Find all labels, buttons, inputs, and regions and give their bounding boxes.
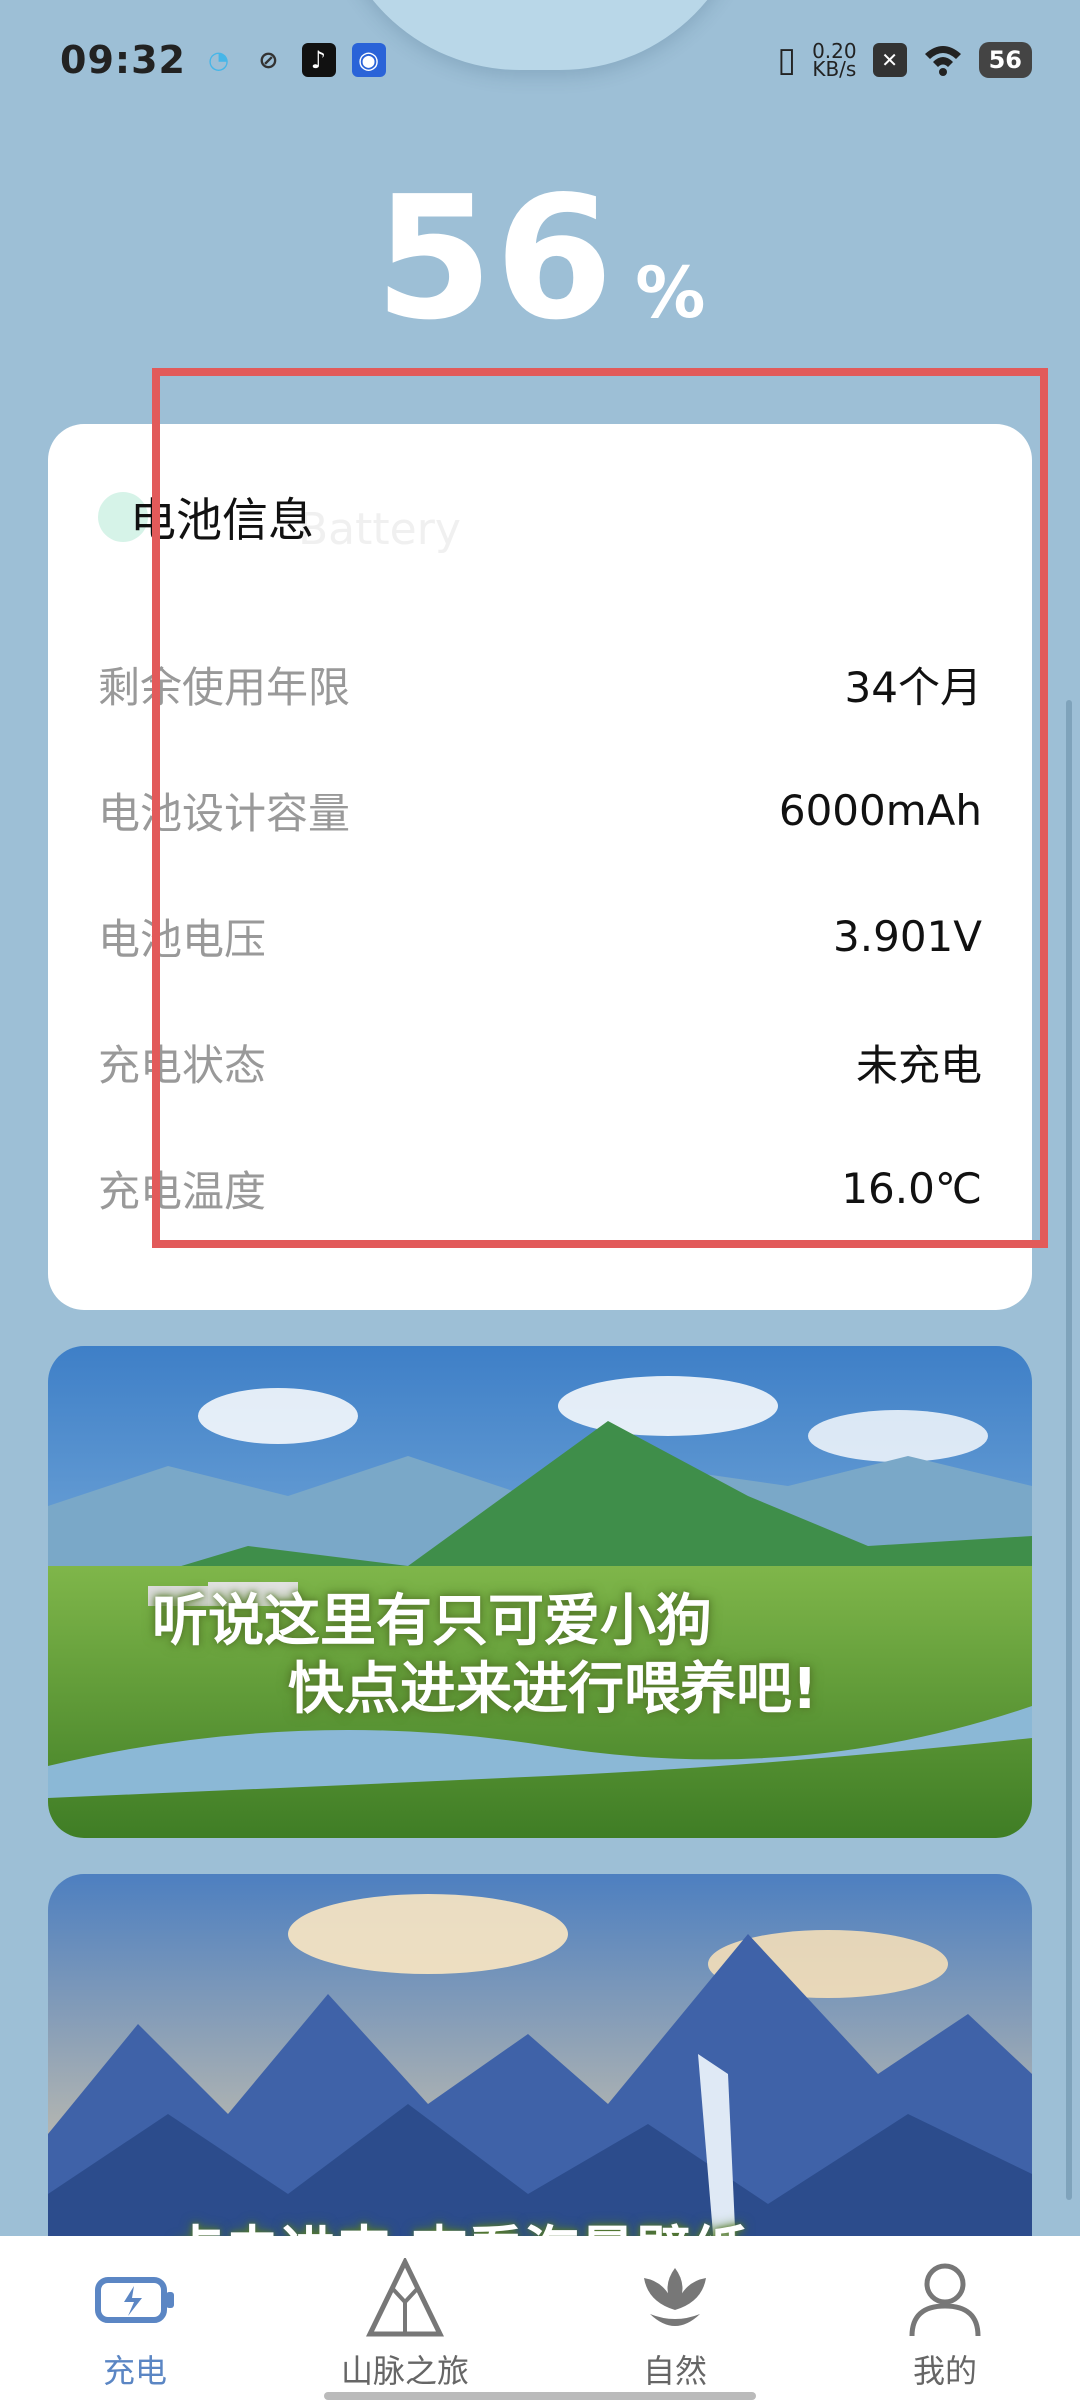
nav-item-profile[interactable]: 我的 (835, 2236, 1055, 2392)
nav-label: 我的 (912, 2352, 977, 2390)
status-left: 09:32 ◔ ⊘ ♪ ◉ (60, 38, 386, 82)
no-sim-icon: ✕ (872, 43, 907, 77)
info-label: 充电状态 (98, 1041, 267, 1090)
scrollbar[interactable] (1066, 700, 1072, 2200)
nav-label: 山脉之旅 (340, 2352, 469, 2390)
battery-percent-display: 56% (0, 160, 1080, 358)
info-label: 充电温度 (98, 1167, 267, 1216)
info-label: 电池设计容量 (98, 789, 351, 838)
nav-label: 自然 (642, 2352, 707, 2390)
network-speed: 0.20 KB/s (812, 41, 857, 81)
info-row-charge-status: 充电状态 未充电 (98, 1032, 982, 1093)
flower-icon (644, 2268, 706, 2326)
status-right: ▯ 0.20 KB/s ✕ 56 (777, 40, 1032, 80)
info-label: 剩余使用年限 (98, 663, 351, 712)
nav-item-charge[interactable]: 充电 (25, 2236, 245, 2392)
info-label: 电池电压 (98, 915, 267, 964)
planet-app-icon: ⊘ (258, 46, 280, 74)
info-row-temperature: 充电温度 16.0℃ (98, 1158, 982, 1219)
banner-wallpaper[interactable]: 点击进来 查看海量壁纸 (48, 1874, 1032, 2294)
battery-charge-icon (95, 2277, 174, 2323)
battery-percent-value: 56 (374, 160, 616, 358)
vibrate-icon: ▯ (777, 40, 797, 80)
info-row-design-capacity: 电池设计容量 6000mAh (98, 780, 982, 841)
card-watermark: Battery (298, 504, 461, 555)
percent-sign: % (635, 252, 706, 334)
status-bar: 09:32 ◔ ⊘ ♪ ◉ ▯ 0.20 KB/s ✕ 56 (0, 0, 1080, 120)
user-icon (909, 2263, 981, 2337)
info-value: 34个月 (844, 663, 982, 712)
net-speed-unit: KB/s (812, 57, 857, 81)
info-value: 6000mAh (778, 786, 982, 835)
info-row-voltage: 电池电压 3.901V (98, 906, 982, 967)
battery-status-icon: 56 (978, 42, 1032, 78)
qq-icon: ◔ (207, 46, 230, 74)
card-header: 电池信息 (98, 484, 314, 550)
info-value: 16.0℃ (841, 1164, 982, 1213)
card-title: 电池信息 (130, 493, 314, 547)
nav-item-nature[interactable]: 自然 (565, 2236, 785, 2392)
bottom-navigation: 充电 山脉之旅 自然 我的 (0, 2236, 1080, 2408)
nav-item-mountain[interactable]: 山脉之旅 (295, 2236, 515, 2392)
banner-text-line2: 快点进来进行喂养吧! (288, 1657, 818, 1722)
info-row-remaining-life: 剩余使用年限 34个月 (98, 654, 982, 715)
banner-puppy[interactable]: 听说这里有只可爱小狗 快点进来进行喂养吧! (48, 1346, 1032, 1838)
mountain-icon (366, 2258, 444, 2337)
info-value: 未充电 (855, 1041, 982, 1090)
wifi-icon (924, 46, 961, 76)
nav-label: 充电 (102, 2352, 167, 2390)
home-indicator[interactable] (324, 2392, 756, 2400)
battery-info-card: Battery 电池信息 剩余使用年限 34个月 电池设计容量 6000mAh … (48, 424, 1032, 1310)
tiktok-icon: ♪ (301, 43, 336, 77)
clock: 09:32 (60, 38, 186, 82)
info-value: 3.901V (833, 912, 982, 961)
browser-app-icon: ◉ (351, 43, 386, 77)
